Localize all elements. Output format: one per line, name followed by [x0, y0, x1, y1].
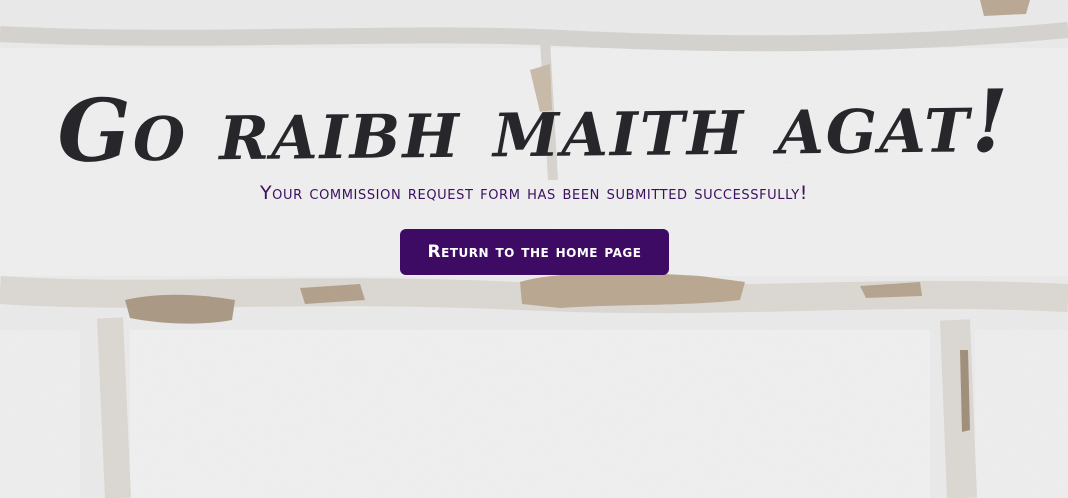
confirmation-panel: Go raibh maith agat! Your commission req… — [0, 0, 1068, 498]
page-title: Go raibh maith agat! — [56, 71, 1012, 182]
return-home-button[interactable]: Return to the home page — [400, 229, 669, 275]
submission-success-message: Your commission request form has been su… — [259, 182, 809, 204]
